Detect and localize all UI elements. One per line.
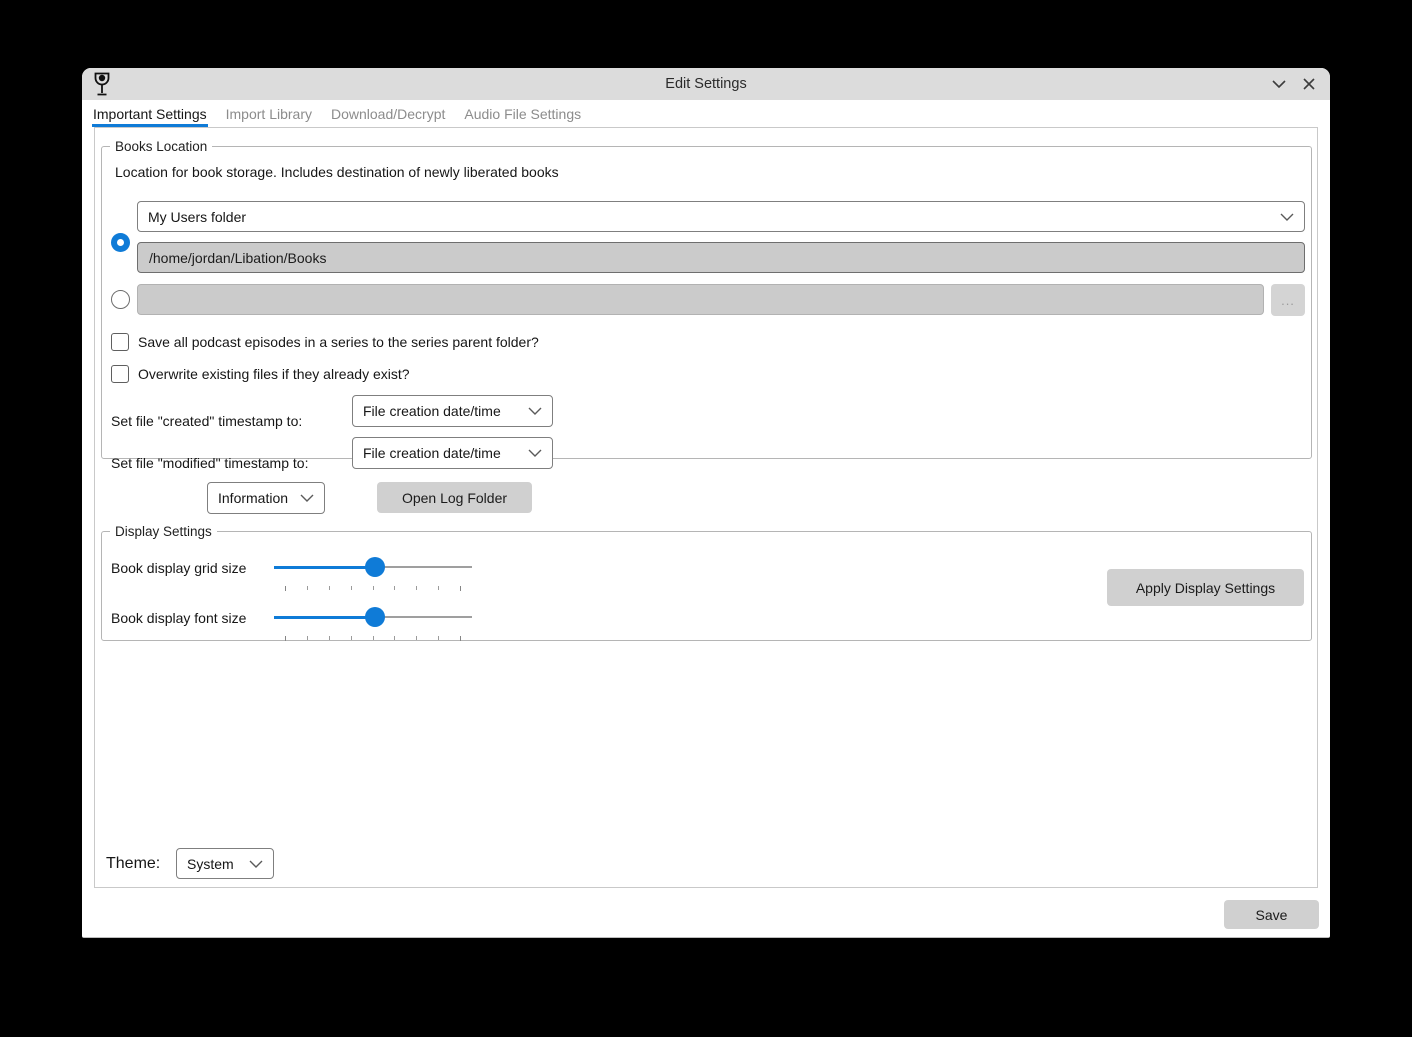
modified-timestamp-select[interactable]: File creation date/time <box>352 437 553 469</box>
theme-value: System <box>187 856 243 872</box>
window-title: Edit Settings <box>82 68 1330 100</box>
tab-download-decrypt[interactable]: Download/Decrypt <box>330 100 446 127</box>
grid-size-slider-thumb[interactable] <box>365 557 385 577</box>
slider-ticks <box>285 586 461 591</box>
tab-import-library[interactable]: Import Library <box>225 100 313 127</box>
important-settings-panel: Books Location Location for book storage… <box>94 127 1318 888</box>
chevron-down-icon <box>528 407 542 415</box>
custom-path-radio[interactable] <box>111 290 130 309</box>
overwrite-files-checkbox-label: Overwrite existing files if they already… <box>138 366 410 382</box>
grid-size-slider[interactable] <box>274 557 472 577</box>
chevron-down-icon <box>249 860 263 868</box>
books-location-group: Books Location Location for book storage… <box>101 139 1312 459</box>
minimize-button[interactable] <box>1264 70 1294 98</box>
podcast-series-checkbox[interactable] <box>111 333 129 351</box>
slider-ticks <box>285 636 461 641</box>
display-settings-legend: Display Settings <box>110 524 217 539</box>
grid-size-slider-label: Book display grid size <box>111 560 246 576</box>
edit-settings-window: Edit Settings Important Settings Import … <box>82 68 1330 938</box>
slider-fill <box>274 566 375 569</box>
display-settings-group: Display Settings Book display grid size … <box>101 524 1312 641</box>
theme-select[interactable]: System <box>176 848 274 879</box>
font-size-slider-thumb[interactable] <box>365 607 385 627</box>
chevron-down-icon <box>528 449 542 457</box>
tab-important-settings[interactable]: Important Settings <box>92 100 208 127</box>
modified-timestamp-label: Set file "modified" timestamp to: <box>111 455 308 471</box>
overwrite-files-checkbox[interactable] <box>111 365 129 383</box>
theme-label: Theme: <box>106 855 160 873</box>
created-timestamp-value: File creation date/time <box>363 403 522 419</box>
podcast-series-checkbox-label: Save all podcast episodes in a series to… <box>138 334 539 350</box>
tab-audio-file-settings[interactable]: Audio File Settings <box>463 100 582 127</box>
created-timestamp-label: Set file "created" timestamp to: <box>111 413 302 429</box>
books-location-preset-value: My Users folder <box>148 209 1274 225</box>
browse-folder-button[interactable]: ... <box>1271 284 1305 316</box>
logging-level-select[interactable]: Information <box>207 482 325 514</box>
tab-bar: Important Settings Import Library Downlo… <box>82 100 1330 127</box>
font-size-slider[interactable] <box>274 607 472 627</box>
books-location-preset-select[interactable]: My Users folder <box>137 201 1305 232</box>
chevron-down-icon <box>300 494 314 502</box>
books-location-legend: Books Location <box>110 139 212 154</box>
apply-display-settings-button[interactable]: Apply Display Settings <box>1107 569 1304 606</box>
logging-level-value: Information <box>218 490 294 506</box>
titlebar: Edit Settings <box>82 68 1330 100</box>
chevron-down-icon <box>1280 213 1294 221</box>
open-log-folder-button[interactable]: Open Log Folder <box>377 482 532 513</box>
modified-timestamp-value: File creation date/time <box>363 445 522 461</box>
custom-path-field[interactable] <box>137 284 1264 315</box>
created-timestamp-select[interactable]: File creation date/time <box>352 395 553 427</box>
save-button[interactable]: Save <box>1224 900 1319 929</box>
books-path-field[interactable] <box>137 242 1305 273</box>
books-location-description: Location for book storage. Includes dest… <box>115 164 559 180</box>
close-button[interactable] <box>1294 70 1324 98</box>
font-size-slider-label: Book display font size <box>111 610 246 626</box>
preset-path-radio[interactable] <box>111 233 130 252</box>
slider-fill <box>274 616 375 619</box>
